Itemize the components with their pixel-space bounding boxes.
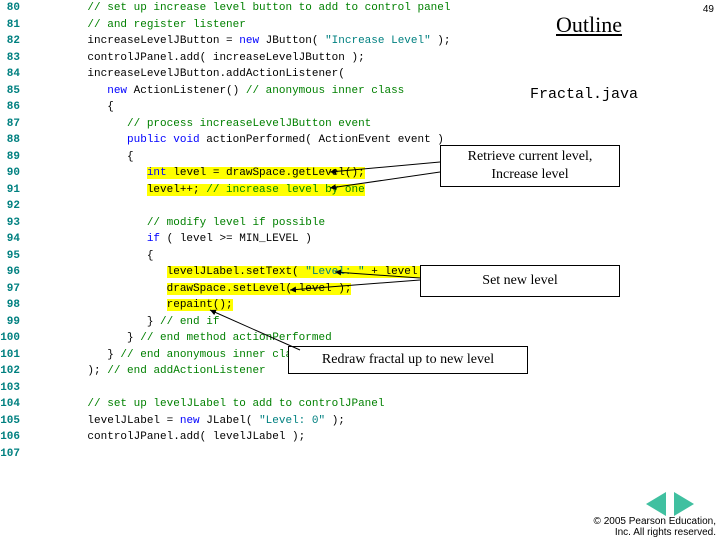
- code-line: 98 repaint();: [0, 297, 560, 314]
- code-content: controlJPanel.add( increaseLevelJButton …: [28, 50, 560, 67]
- line-number: 90: [0, 165, 28, 182]
- code-content: increaseLevelJButton.addActionListener(: [28, 66, 560, 83]
- code-content: increaseLevelJButton = new JButton( "Inc…: [28, 33, 560, 50]
- code-content: new ActionListener() // anonymous inner …: [28, 83, 560, 100]
- page-number: 49: [703, 4, 714, 15]
- code-line: 92: [0, 198, 560, 215]
- line-number: 83: [0, 50, 28, 67]
- line-number: 89: [0, 149, 28, 166]
- code-line: 93 // modify level if possible: [0, 215, 560, 232]
- code-line: 87 // process increaseLevelJButton event: [0, 116, 560, 133]
- code-line: 82 increaseLevelJButton = new JButton( "…: [0, 33, 560, 50]
- code-listing: 80 // set up increase level button to ad…: [0, 0, 560, 462]
- line-number: 100: [0, 330, 28, 347]
- line-number: 94: [0, 231, 28, 248]
- line-number: 93: [0, 215, 28, 232]
- line-number: 86: [0, 99, 28, 116]
- code-content: // modify level if possible: [28, 215, 560, 232]
- code-line: 100 } // end method actionPerformed: [0, 330, 560, 347]
- code-line: 95 {: [0, 248, 560, 265]
- code-line: 84 increaseLevelJButton.addActionListene…: [0, 66, 560, 83]
- code-content: {: [28, 99, 560, 116]
- callout-redraw: Redraw fractal up to new level: [288, 346, 528, 374]
- line-number: 102: [0, 363, 28, 380]
- next-slide-button[interactable]: [674, 492, 694, 516]
- code-content: repaint();: [28, 297, 560, 314]
- callout-retrieve-increase: Retrieve current level, Increase level: [440, 145, 620, 187]
- line-number: 105: [0, 413, 28, 430]
- code-line: 105 levelJLabel = new JLabel( "Level: 0"…: [0, 413, 560, 430]
- code-line: 83 controlJPanel.add( increaseLevelJButt…: [0, 50, 560, 67]
- line-number: 97: [0, 281, 28, 298]
- code-line: 86 {: [0, 99, 560, 116]
- line-number: 99: [0, 314, 28, 331]
- line-number: 80: [0, 0, 28, 17]
- line-number: 88: [0, 132, 28, 149]
- code-content: } // end if: [28, 314, 560, 331]
- code-line: 81 // and register listener: [0, 17, 560, 34]
- code-line: 94 if ( level >= MIN_LEVEL ): [0, 231, 560, 248]
- code-content: // process increaseLevelJButton event: [28, 116, 560, 133]
- line-number: 101: [0, 347, 28, 364]
- code-content: // set up increase level button to add t…: [28, 0, 560, 17]
- code-content: // set up levelJLabel to add to controlJ…: [28, 396, 560, 413]
- line-number: 96: [0, 264, 28, 281]
- line-number: 103: [0, 380, 28, 397]
- line-number: 106: [0, 429, 28, 446]
- line-number: 98: [0, 297, 28, 314]
- code-content: controlJPanel.add( levelJLabel );: [28, 429, 560, 446]
- callout-set-new-level: Set new level: [420, 265, 620, 297]
- code-line: 85 new ActionListener() // anonymous inn…: [0, 83, 560, 100]
- line-number: 91: [0, 182, 28, 199]
- line-number: 82: [0, 33, 28, 50]
- code-line: 106 controlJPanel.add( levelJLabel );: [0, 429, 560, 446]
- code-content: levelJLabel = new JLabel( "Level: 0" );: [28, 413, 560, 430]
- code-line: 104 // set up levelJLabel to add to cont…: [0, 396, 560, 413]
- code-line: 80 // set up increase level button to ad…: [0, 0, 560, 17]
- code-content: } // end method actionPerformed: [28, 330, 560, 347]
- outline-heading: Outline: [556, 12, 622, 38]
- line-number: 92: [0, 198, 28, 215]
- line-number: 95: [0, 248, 28, 265]
- line-number: 81: [0, 17, 28, 34]
- line-number: 104: [0, 396, 28, 413]
- source-filename: Fractal.java: [530, 86, 638, 103]
- code-content: // and register listener: [28, 17, 560, 34]
- line-number: 107: [0, 446, 28, 463]
- prev-slide-button[interactable]: [646, 492, 666, 516]
- code-line: 107: [0, 446, 560, 463]
- code-line: 99 } // end if: [0, 314, 560, 331]
- line-number: 84: [0, 66, 28, 83]
- copyright-notice: © 2005 Pearson Education, Inc. All right…: [594, 516, 716, 538]
- line-number: 87: [0, 116, 28, 133]
- line-number: 85: [0, 83, 28, 100]
- copyright-line: © 2005 Pearson Education,: [594, 516, 716, 527]
- callout-text: Increase level: [447, 166, 613, 184]
- copyright-line: Inc. All rights reserved.: [594, 527, 716, 538]
- code-line: 103: [0, 380, 560, 397]
- callout-text: Retrieve current level,: [447, 148, 613, 166]
- code-content: if ( level >= MIN_LEVEL ): [28, 231, 560, 248]
- code-content: {: [28, 248, 560, 265]
